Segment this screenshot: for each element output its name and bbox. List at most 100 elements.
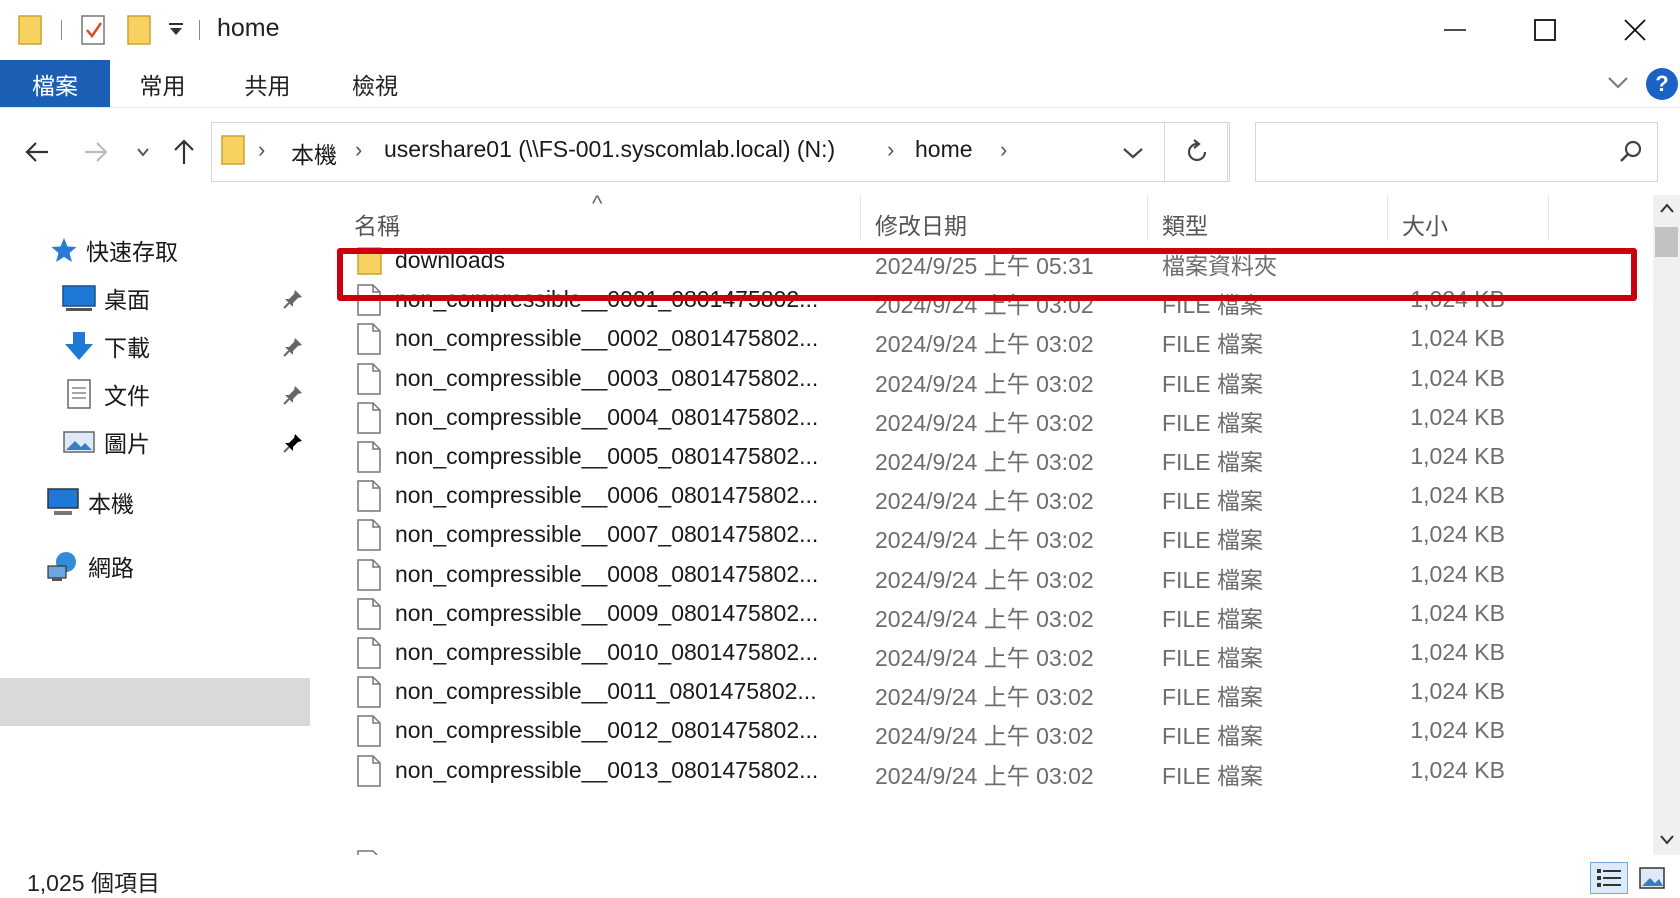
column-divider[interactable]	[1147, 195, 1148, 241]
tab-home[interactable]: 常用	[110, 60, 215, 107]
nav-item-label: 下載	[104, 335, 150, 361]
file-size: 1,024 KB	[1410, 756, 1505, 783]
nav-item-network[interactable]: 網路	[46, 544, 134, 588]
file-name: non_compressible__0003_0801475802...	[395, 364, 819, 391]
nav-item-desktop[interactable]: 桌面	[62, 276, 150, 320]
file-type: FILE 檔案	[1162, 331, 1263, 358]
table-row[interactable]: non_compressible__0009_0801475802... 2024…	[335, 593, 1635, 635]
nav-item-documents[interactable]: 文件	[62, 372, 150, 416]
table-row[interactable]: non_compressible__0012_0801475802... 2024…	[335, 710, 1635, 752]
file-icon	[356, 598, 382, 635]
help-button[interactable]: ?	[1646, 68, 1678, 100]
large-icons-view-button[interactable]	[1633, 862, 1671, 894]
table-row[interactable]: non_compressible__0003_0801475802... 2024…	[335, 358, 1635, 400]
file-icon	[356, 402, 382, 439]
breadcrumb-this-pc[interactable]: 本機	[291, 136, 337, 170]
search-box[interactable]	[1255, 122, 1658, 182]
table-row[interactable]: non_compressible__0007_0801475802... 2024…	[335, 514, 1635, 556]
refresh-button[interactable]	[1164, 122, 1230, 182]
vertical-scrollbar[interactable]	[1653, 195, 1680, 855]
nav-item-this-pc[interactable]: 本機	[46, 480, 134, 524]
file-size: 1,024 KB	[1410, 443, 1505, 469]
back-button[interactable]	[17, 130, 57, 174]
nav-quick-access[interactable]: 快速存取	[50, 228, 178, 272]
close-button[interactable]	[1590, 0, 1680, 60]
navigation-pane: 快速存取 桌面 下載 文件 圖片 本機 網路	[0, 195, 312, 855]
table-row[interactable]	[335, 845, 1635, 855]
pin-icon[interactable]	[282, 336, 304, 358]
file-type: FILE 檔案	[1162, 684, 1263, 711]
recent-locations-button[interactable]	[124, 130, 162, 174]
nav-item-pictures[interactable]: 圖片	[62, 420, 150, 464]
nav-item-downloads[interactable]: 下載	[62, 324, 150, 368]
file-size: 1,024 KB	[1410, 521, 1505, 548]
file-date: 2024/9/24 上午 03:02	[875, 684, 1094, 711]
file-icon	[356, 362, 382, 400]
file-date: 2024/9/24 上午 03:02	[875, 527, 1094, 554]
table-row[interactable]: non_compressible__0008_0801475802... 2024…	[335, 554, 1635, 596]
file-size: 1,024 KB	[1410, 364, 1505, 391]
file-date: 2024/9/24 上午 03:02	[875, 723, 1094, 750]
breadcrumb-chevron-icon[interactable]: ›	[887, 137, 894, 163]
column-header-type[interactable]: 類型	[1162, 207, 1208, 241]
refresh-icon	[1187, 139, 1207, 162]
up-button[interactable]	[164, 130, 204, 174]
scroll-up-icon[interactable]	[1659, 201, 1675, 219]
tab-share[interactable]: 共用	[215, 60, 320, 107]
maximize-button[interactable]	[1500, 0, 1590, 60]
forward-button[interactable]	[76, 130, 116, 174]
title-bar: home	[0, 0, 1680, 60]
search-input[interactable]	[1264, 137, 1594, 167]
file-type: FILE 檔案	[1162, 409, 1263, 436]
table-row[interactable]: non_compressible__0011_0801475802... 2024…	[335, 671, 1635, 713]
table-row[interactable]: non_compressible__0002_0801475802... 2024…	[335, 318, 1635, 360]
search-icon[interactable]	[1618, 139, 1644, 170]
table-row[interactable]: non_compressible__0004_0801475802... 2024…	[335, 397, 1635, 439]
customize-toolbar-dropdown-icon[interactable]	[168, 22, 184, 43]
file-size: 1,024 KB	[1410, 599, 1505, 626]
column-header-name[interactable]: 名稱	[354, 207, 400, 241]
file-name: non_compressible__0009_0801475802...	[395, 599, 819, 626]
maximize-icon	[1534, 19, 1556, 41]
file-size: 1,024 KB	[1410, 639, 1505, 665]
breadcrumb-chevron-icon[interactable]: ›	[1000, 137, 1007, 163]
column-divider[interactable]	[1387, 195, 1388, 241]
folder-icon[interactable]	[18, 14, 44, 51]
address-history-dropdown-icon[interactable]	[1122, 146, 1144, 165]
tab-file[interactable]: 檔案	[0, 60, 110, 107]
file-icon	[356, 676, 382, 713]
new-folder-icon[interactable]	[126, 14, 154, 51]
breadcrumb-home[interactable]: home	[915, 136, 973, 163]
column-header-date[interactable]: 修改日期	[875, 207, 967, 241]
file-date: 2024/9/24 上午 03:02	[875, 488, 1094, 515]
file-name: non_compressible__0007_0801475802...	[395, 521, 819, 548]
properties-check-icon[interactable]	[80, 14, 108, 51]
scrollbar-thumb[interactable]	[1655, 227, 1678, 257]
column-divider[interactable]	[1548, 195, 1549, 241]
column-header-size[interactable]: 大小	[1402, 207, 1448, 241]
pin-icon[interactable]	[282, 384, 304, 406]
expand-ribbon-chevron-icon[interactable]	[1607, 74, 1629, 97]
table-row[interactable]: non_compressible__0006_0801475802... 2024…	[335, 475, 1635, 517]
column-divider[interactable]	[860, 195, 861, 241]
breadcrumb-chevron-icon[interactable]: ›	[355, 137, 362, 163]
scroll-down-icon[interactable]	[1659, 833, 1675, 851]
file-type: FILE 檔案	[1162, 645, 1263, 671]
table-row[interactable]: non_compressible__0010_0801475802... 2024…	[335, 632, 1635, 674]
breadcrumb-chevron-icon[interactable]: ›	[258, 137, 265, 163]
toolbar-separator	[199, 20, 200, 40]
pin-icon[interactable]	[282, 288, 304, 310]
pin-icon[interactable]	[282, 432, 304, 454]
breadcrumb-usershare[interactable]: usershare01 (\\FS-001.syscomlab.local) (…	[384, 136, 835, 163]
file-date: 2024/9/24 上午 03:02	[875, 566, 1094, 593]
file-name: non_compressible__0012_0801475802...	[395, 717, 819, 744]
file-size: 1,024 KB	[1410, 717, 1505, 744]
table-row[interactable]: non_compressible__0013_0801475802... 2024…	[335, 750, 1635, 792]
tab-view[interactable]: 檢視	[320, 60, 430, 107]
folder-icon	[220, 134, 248, 171]
table-row[interactable]: non_compressible__0005_0801475802... 2024…	[335, 436, 1635, 478]
file-icon	[356, 323, 382, 360]
details-view-button[interactable]	[1590, 862, 1628, 894]
minimize-button[interactable]	[1410, 0, 1500, 60]
file-icon	[356, 754, 382, 792]
